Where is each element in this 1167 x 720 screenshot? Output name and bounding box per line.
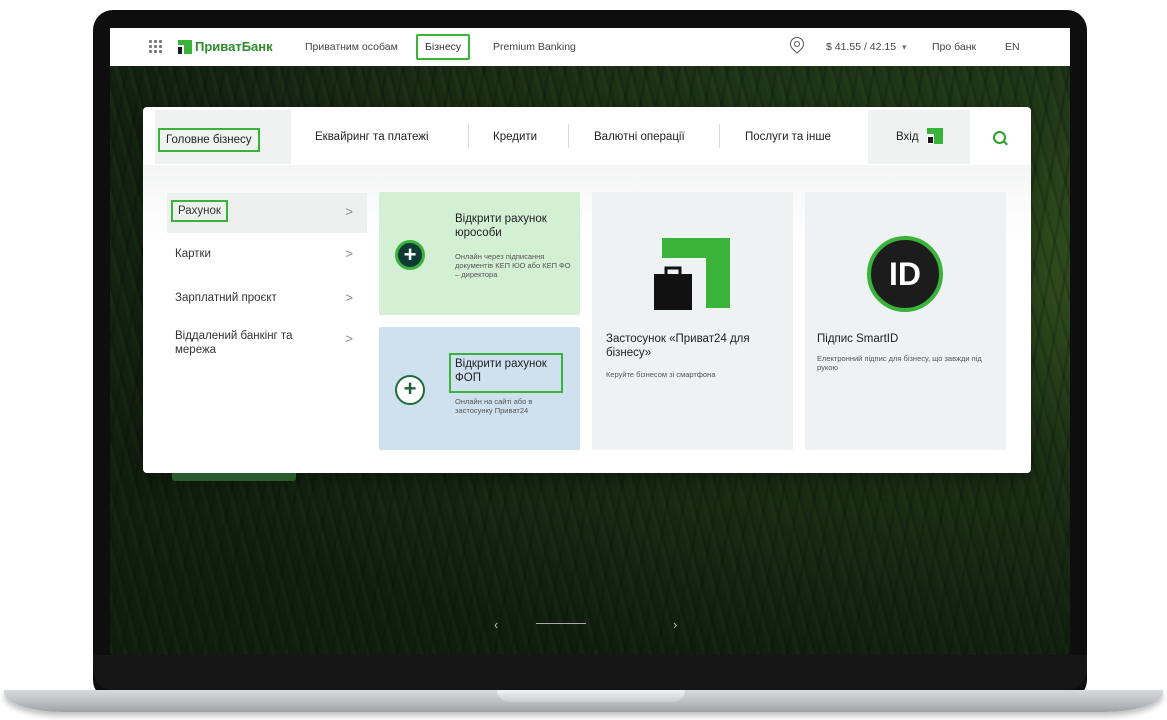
- nav-business[interactable]: Бізнесу: [416, 34, 471, 60]
- card-open-legal-subtitle: Онлайн через підписання документів КЕП Ю…: [455, 252, 571, 279]
- currency-rate[interactable]: $ 41.55 / 42.15 ▾: [826, 41, 907, 53]
- chevron-down-icon: ▾: [901, 42, 907, 52]
- card-open-legal-title: Відкрити рахунок юрособи: [455, 213, 547, 239]
- plus-icon: +: [395, 375, 425, 405]
- card-privat24-business-app[interactable]: Застосунок «Приват24 для бізнесу» Керуйт…: [592, 192, 793, 450]
- nav-about-bank[interactable]: Про банк: [932, 41, 976, 53]
- chevron-right-icon: >: [345, 246, 353, 261]
- card-app-title: Застосунок «Приват24 для бізнесу»: [606, 333, 750, 359]
- chevron-right-icon: >: [345, 331, 353, 346]
- currency-rate-value: $ 41.55 / 42.15: [826, 41, 897, 53]
- card-open-fop-subtitle: Онлайн на сайті або в застосунку Приват2…: [455, 397, 533, 415]
- card-open-fop-title: Відкрити рахунок ФОП: [455, 358, 547, 384]
- business-mega-menu: Головне бізнесу Еквайринг та платежі Кре…: [143, 107, 1031, 473]
- slider-next-icon[interactable]: ›: [673, 617, 677, 632]
- menu-item-remote-banking[interactable]: Віддалений банкінг та мережа >: [167, 317, 367, 367]
- plus-icon: +: [395, 240, 425, 270]
- login-button[interactable]: [868, 110, 970, 164]
- chevron-right-icon: >: [345, 204, 353, 219]
- apps-grid-icon[interactable]: [149, 40, 162, 53]
- card-app-subtitle: Керуйте бізнесом зі смартфона: [606, 370, 716, 379]
- language-switch[interactable]: EN: [1005, 41, 1020, 53]
- menu-item-salary-project[interactable]: Зарплатний проєкт >: [167, 279, 367, 319]
- card-open-legal-account[interactable]: + Відкрити рахунок юрособи Онлайн через …: [379, 192, 580, 315]
- top-navigation: ПриватБанк Приватним особам Бізнесу Prem…: [110, 28, 1070, 66]
- business-subnav: Головне бізнесу Еквайринг та платежі Кре…: [143, 107, 1031, 165]
- tab-currency-operations[interactable]: Валютні операції: [594, 131, 685, 143]
- card-open-fop-account[interactable]: + Відкрити рахунок ФОП Онлайн на сайті а…: [379, 327, 580, 450]
- menu-item-account-label: Рахунок: [171, 200, 228, 222]
- laptop-bezel-bottom: [93, 655, 1087, 690]
- smartid-icon: ID: [867, 236, 943, 312]
- menu-item-account[interactable]: Рахунок >: [167, 193, 367, 233]
- card-smartid[interactable]: ID Підпис SmartID Електронний підпис для…: [805, 192, 1006, 450]
- search-icon[interactable]: [993, 131, 1006, 144]
- tab-acquiring-payments[interactable]: Еквайринг та платежі: [315, 131, 429, 143]
- nav-premium-banking[interactable]: Premium Banking: [493, 41, 576, 53]
- tab-main-business[interactable]: Головне бізнесу: [158, 128, 260, 152]
- slider-indicator: [536, 623, 586, 624]
- privatbank-logo[interactable]: ПриватБанк: [178, 39, 273, 54]
- menu-item-remote-banking-label: Віддалений банкінг та мережа: [175, 330, 293, 356]
- tab-credits[interactable]: Кредити: [493, 131, 537, 143]
- card-smartid-title: Підпис SmartID: [817, 333, 899, 345]
- chevron-right-icon: >: [345, 290, 353, 305]
- tab-services-other[interactable]: Послуги та інше: [745, 131, 831, 143]
- laptop-notch: [497, 690, 685, 702]
- menu-item-cards-label: Картки: [175, 248, 211, 260]
- menu-item-cards[interactable]: Картки >: [167, 235, 367, 275]
- slider-prev-icon[interactable]: ‹: [494, 617, 498, 632]
- location-pin-icon[interactable]: [787, 34, 807, 54]
- login-label: Вхід: [896, 131, 919, 143]
- privatbank-logo-icon: [178, 39, 192, 54]
- hero-cta-button[interactable]: [172, 473, 296, 481]
- login-icon: [927, 128, 943, 144]
- card-smartid-subtitle: Електронний підпис для бізнесу, що завжд…: [817, 354, 982, 372]
- privat24-app-icon: [654, 238, 730, 312]
- menu-item-salary-label: Зарплатний проєкт: [175, 292, 277, 304]
- nav-private-persons[interactable]: Приватним особам: [305, 41, 398, 53]
- logo-text: ПриватБанк: [195, 39, 273, 54]
